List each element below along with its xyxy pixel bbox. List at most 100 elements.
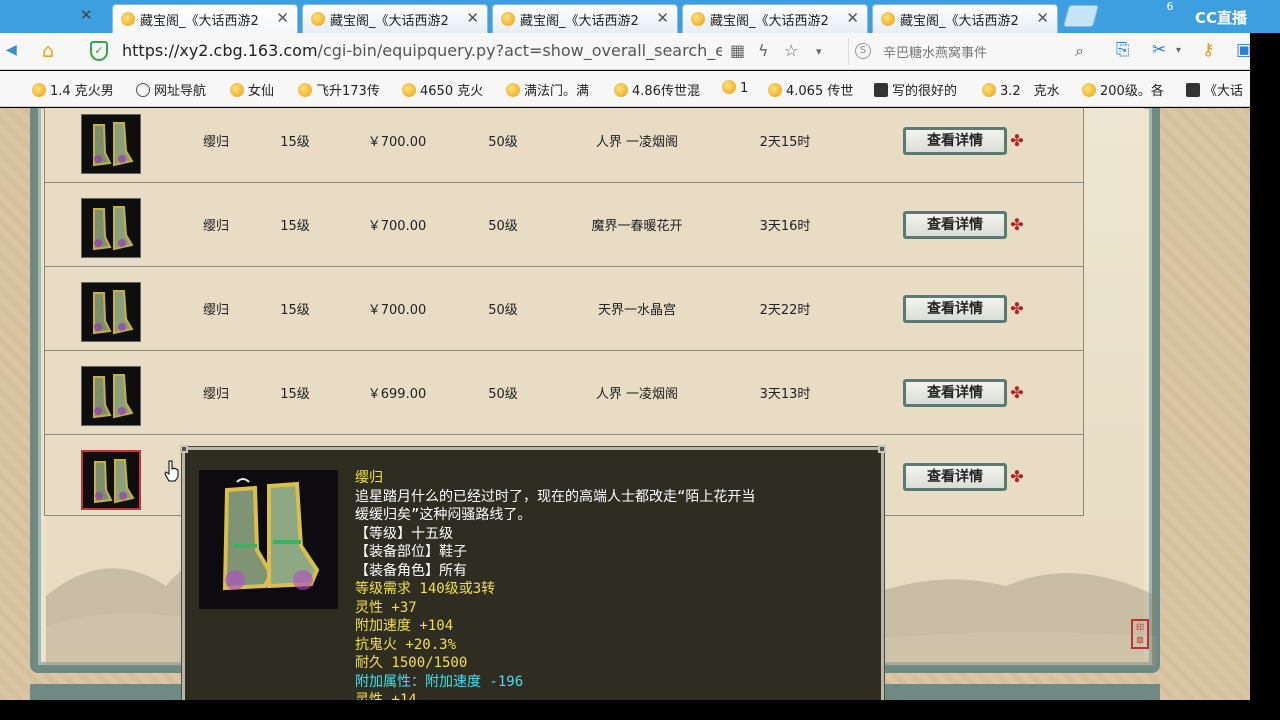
bookmark-label: 女仙 bbox=[248, 84, 275, 99]
tooltip-text: 缨归 追星踏月什么的已经过时了，现在的高端人士都改走“陌上花开当 缓缓归矣”这种… bbox=[355, 469, 755, 710]
tab-title: 藏宝阁_《大话西游2 bbox=[520, 14, 639, 29]
home-icon[interactable]: ⌂ bbox=[42, 40, 62, 62]
table-row: 缨归 15级 ￥699.00 50级 人界 一凌烟阁 3天13时 查看详情 ✤ bbox=[45, 351, 1083, 435]
button-label: 查看详情 bbox=[927, 217, 983, 233]
boots-icon bbox=[93, 290, 134, 335]
item-server: 魔界一春暖花开 bbox=[591, 219, 683, 234]
view-details-button[interactable]: 查看详情 ✤ bbox=[903, 463, 1024, 491]
bookmark-item[interactable]: 飞升173传 bbox=[298, 80, 380, 99]
item-level: 15级 bbox=[280, 387, 310, 402]
view-details-button[interactable]: 查看详情 ✤ bbox=[903, 295, 1024, 323]
bookmark-label: 1.4 克火男 bbox=[50, 84, 114, 99]
view-details-button[interactable]: 查看详情 ✤ bbox=[903, 127, 1024, 155]
item-time-left: 2天22时 bbox=[759, 303, 811, 318]
bookmark-item[interactable]: 1.4 克火男 bbox=[32, 80, 114, 99]
tab-close-icon[interactable]: ✕ bbox=[656, 9, 669, 27]
url-field[interactable]: https://xy2.cbg.163.com/cgi-bin/equipque… bbox=[122, 41, 722, 60]
tab-close-icon[interactable]: ✕ bbox=[1036, 9, 1049, 27]
screen-edge bbox=[1250, 33, 1280, 700]
item-thumbnail[interactable] bbox=[81, 282, 141, 342]
tab-close-icon[interactable]: ✕ bbox=[466, 9, 479, 27]
qq-icon bbox=[722, 80, 736, 94]
bookmark-item[interactable]: 4650 克火 bbox=[402, 80, 483, 99]
screen-edge bbox=[0, 700, 1280, 720]
share-icon[interactable]: ⎘ bbox=[1116, 40, 1130, 60]
item-price: ￥700.00 bbox=[367, 135, 427, 150]
item-server: 人界 一凌烟阁 bbox=[595, 135, 679, 150]
bookmark-item[interactable]: 200级。各 bbox=[1082, 80, 1164, 99]
view-details-button[interactable]: 查看详情 ✤ bbox=[903, 211, 1024, 239]
bookmark-item[interactable]: 1 bbox=[722, 80, 748, 98]
item-time-left: 2天15时 bbox=[759, 135, 811, 150]
bookmark-item[interactable]: 写的很好的 bbox=[874, 80, 957, 99]
bookmark-item[interactable]: 4.86传世混 bbox=[614, 80, 700, 99]
bookmark-item[interactable]: 网址导航 bbox=[136, 80, 206, 99]
item-requirement: 50级 bbox=[488, 387, 518, 402]
secure-shield-icon[interactable]: ✓ bbox=[90, 41, 108, 61]
item-price: ￥700.00 bbox=[367, 219, 427, 234]
item-name: 缨归 bbox=[202, 303, 230, 318]
browser-tab-active[interactable]: 藏宝阁_《大话西游2 ✕ bbox=[112, 4, 298, 33]
qq-icon bbox=[402, 83, 416, 97]
search-box[interactable]: S 辛巴糖水燕窝事件 ⌕ bbox=[848, 38, 1098, 65]
tab-strip: ✕ 藏宝阁_《大话西游2 ✕ 藏宝阁_《大话西游2 ✕ 藏宝阁_《大话西游2 ✕… bbox=[0, 0, 1280, 33]
tab-title: 藏宝阁_《大话西游2 bbox=[900, 14, 1019, 29]
item-large-image bbox=[199, 470, 338, 609]
tab-title: 藏宝阁_《大话西游2 bbox=[710, 14, 829, 29]
button-label: 查看详情 bbox=[927, 385, 983, 401]
browser-tab[interactable]: 藏宝阁_《大话西游2 ✕ bbox=[492, 4, 678, 33]
new-tab-button[interactable] bbox=[1063, 5, 1099, 27]
table-row: 缨归 15级 ￥700.00 50级 魔界一春暖花开 3天16时 查看详情 ✤ bbox=[45, 183, 1083, 267]
tooltip-extra-attribute: 附加属性：附加速度 -196 bbox=[355, 673, 524, 690]
bookmark-label: 200级。各 bbox=[1100, 84, 1164, 99]
item-server: 人界 一凌烟阁 bbox=[595, 387, 679, 402]
bookmark-label: 《大话 bbox=[1204, 84, 1244, 99]
tooltip-requirement: 等级需求 140级或3转 bbox=[355, 581, 496, 597]
bookmark-item[interactable]: 《大话 bbox=[1186, 80, 1244, 99]
view-details-button[interactable]: 查看详情 ✤ bbox=[903, 379, 1024, 407]
boots-icon bbox=[93, 206, 134, 251]
boots-icon bbox=[93, 122, 134, 167]
key-icon[interactable]: ⚷ bbox=[1202, 40, 1214, 60]
lightning-icon[interactable]: ϟ bbox=[758, 41, 769, 60]
item-thumbnail-selected[interactable] bbox=[81, 450, 141, 510]
tab-close-icon[interactable]: ✕ bbox=[846, 9, 859, 27]
item-thumbnail[interactable] bbox=[81, 198, 141, 258]
chevron-down-icon[interactable]: ▾ bbox=[1176, 45, 1181, 56]
item-thumbnail[interactable] bbox=[81, 366, 141, 426]
item-thumbnail[interactable] bbox=[81, 114, 141, 174]
search-icon[interactable]: ⌕ bbox=[1075, 41, 1084, 61]
boots-icon bbox=[94, 459, 135, 504]
item-name: 缨归 bbox=[202, 135, 230, 150]
qq-icon bbox=[982, 83, 996, 97]
browser-tab[interactable]: 藏宝阁_《大话西游2 ✕ bbox=[682, 4, 868, 33]
boots-icon bbox=[222, 478, 320, 591]
button-label: 查看详情 bbox=[927, 301, 983, 317]
qq-icon bbox=[614, 83, 628, 97]
qr-code-icon[interactable]: ▦ bbox=[730, 41, 745, 60]
chevron-down-icon[interactable]: ▾ bbox=[816, 45, 822, 58]
search-input[interactable]: 辛巴糖水燕窝事件 bbox=[883, 42, 987, 61]
tassel-icon: ✤ bbox=[1010, 467, 1024, 486]
tooltip-corner bbox=[180, 445, 188, 453]
star-icon[interactable]: ☆ bbox=[784, 41, 798, 60]
page-icon bbox=[1186, 83, 1200, 97]
tab-title: 藏宝阁_《大话西游2 bbox=[140, 14, 259, 29]
bookmark-item[interactable]: 女仙 bbox=[230, 80, 275, 99]
search-engine-icon[interactable]: S bbox=[855, 43, 871, 59]
bookmark-label: 3.2 克水 bbox=[1000, 84, 1060, 99]
item-tooltip: 缨归 追星踏月什么的已经过时了，现在的高端人士都改走“陌上花开当 缓缓归矣”这种… bbox=[180, 445, 886, 710]
tooltip-stat: 灵性 +37 bbox=[355, 599, 417, 616]
browser-tab[interactable]: 藏宝阁_《大话西游2 ✕ bbox=[872, 4, 1058, 33]
tab-close-icon[interactable]: ✕ bbox=[80, 6, 93, 24]
scissors-icon[interactable]: ✂ bbox=[1152, 40, 1166, 60]
bookmark-item[interactable]: 满法门。满 bbox=[506, 80, 589, 99]
bookmark-item[interactable]: 3.2 克水 bbox=[982, 80, 1060, 99]
bookmark-item[interactable]: 4.065 传世 bbox=[768, 80, 853, 99]
item-requirement: 50级 bbox=[488, 219, 518, 234]
tab-close-icon[interactable]: ✕ bbox=[276, 9, 289, 27]
tooltip-role: 【装备角色】所有 bbox=[355, 562, 467, 579]
browser-tab[interactable]: 藏宝阁_《大话西游2 ✕ bbox=[302, 4, 488, 33]
back-arrow-icon[interactable]: ◀ bbox=[6, 42, 17, 58]
globe-icon bbox=[136, 83, 150, 97]
